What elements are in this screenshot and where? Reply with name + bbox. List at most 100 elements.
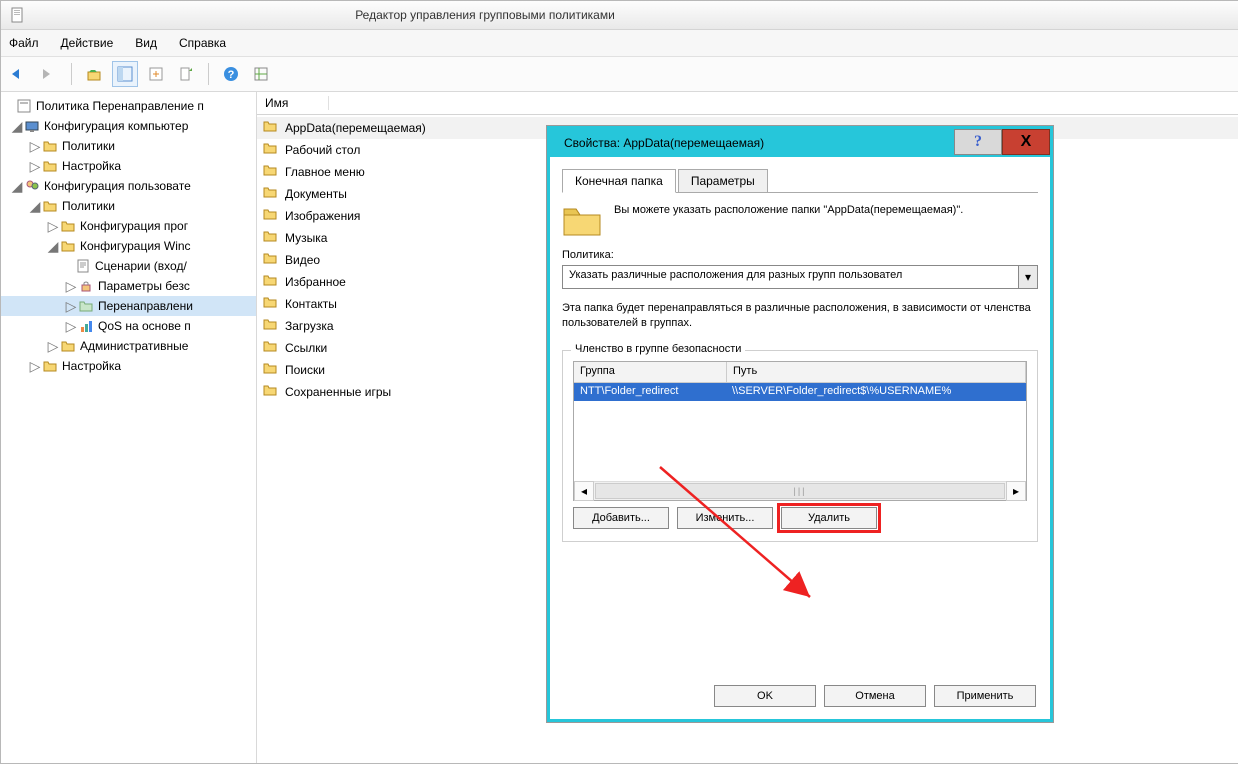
tree-label: Политика Перенаправление п: [36, 99, 204, 113]
tree-config-prog[interactable]: ▷ Конфигурация прог: [1, 216, 256, 236]
tree-label: Сценарии (вход/: [95, 259, 187, 273]
add-button[interactable]: Добавить...: [573, 507, 669, 529]
policy-combo[interactable]: Указать различные расположения для разны…: [562, 265, 1038, 289]
tab-target-folder[interactable]: Конечная папка: [562, 169, 676, 193]
tree-security[interactable]: ▷ Параметры безс: [1, 276, 256, 296]
chart-icon: [78, 318, 94, 334]
folder-icon: [562, 203, 602, 237]
cancel-button[interactable]: Отмена: [824, 685, 926, 707]
tree-settings[interactable]: ▷ Настройка: [1, 356, 256, 376]
folder-icon: [263, 274, 279, 290]
folder-icon: [263, 296, 279, 312]
folder-icon: [42, 198, 58, 214]
expander-icon[interactable]: ▷: [65, 318, 77, 335]
folder-icon: [263, 186, 279, 202]
filter-button[interactable]: [249, 62, 273, 86]
tree-label: QoS на основе п: [98, 319, 191, 333]
script-icon: [75, 258, 91, 274]
folder-icon: [263, 362, 279, 378]
export-button[interactable]: [144, 62, 168, 86]
properties-dialog: Свойства: AppData(перемещаемая) ? X Коне…: [547, 126, 1053, 722]
folder-icon: [263, 120, 279, 136]
computer-icon: [24, 118, 40, 134]
column-name[interactable]: Имя: [265, 96, 329, 110]
folder-icon: [42, 138, 58, 154]
expander-icon[interactable]: ◢: [47, 238, 59, 255]
expander-icon[interactable]: ◢: [11, 118, 23, 135]
expander-icon[interactable]: ▷: [47, 218, 59, 235]
tree-label: Параметры безс: [98, 279, 190, 293]
groupbox-title: Членство в группе безопасности: [571, 343, 745, 355]
up-button[interactable]: [82, 62, 106, 86]
column-group[interactable]: Группа: [574, 362, 727, 382]
tree-policies[interactable]: ▷ Политики: [1, 136, 256, 156]
menu-view[interactable]: Вид: [135, 36, 157, 50]
show-hide-tree-button[interactable]: [112, 61, 138, 87]
menu-file[interactable]: Файл: [9, 36, 39, 50]
expander-icon[interactable]: ▷: [29, 358, 41, 375]
user-icon: [24, 178, 40, 194]
tabs: Конечная папка Параметры: [562, 169, 1038, 193]
expander-icon[interactable]: ◢: [29, 198, 41, 215]
tree-scripts[interactable]: Сценарии (вход/: [1, 256, 256, 276]
expander-icon[interactable]: ◢: [11, 178, 23, 195]
tree-label: Конфигурация компьютер: [44, 119, 188, 133]
tree-label: Конфигурация Winc: [80, 239, 191, 253]
folder-icon: [263, 318, 279, 334]
edit-button[interactable]: Изменить...: [677, 507, 773, 529]
close-button[interactable]: X: [1002, 129, 1050, 155]
list-header[interactable]: Имя: [257, 92, 1238, 115]
expander-icon[interactable]: ▷: [65, 278, 77, 295]
scroll-thumb[interactable]: |||: [595, 483, 1005, 499]
tree-qos[interactable]: ▷ QoS на основе п: [1, 316, 256, 336]
toolbar: ?: [1, 57, 1238, 92]
tree-config-win[interactable]: ◢ Конфигурация Winc: [1, 236, 256, 256]
folder-icon: [263, 340, 279, 356]
scroll-left-icon[interactable]: ◂: [574, 481, 594, 501]
tab-parameters[interactable]: Параметры: [678, 169, 768, 193]
expander-icon[interactable]: ▷: [29, 158, 41, 175]
tree-folder-redirect[interactable]: ▷ Перенаправлени: [1, 296, 256, 316]
tree-root[interactable]: Политика Перенаправление п: [1, 96, 256, 116]
tree-label: Конфигурация прог: [80, 219, 188, 233]
folder-icon: [60, 218, 76, 234]
app-icon: [9, 7, 25, 23]
chevron-down-icon[interactable]: ▾: [1018, 266, 1037, 288]
tree-policies[interactable]: ◢ Политики: [1, 196, 256, 216]
horizontal-scrollbar[interactable]: ◂ ||| ▸: [574, 481, 1026, 500]
folder-icon: [42, 358, 58, 374]
policy-icon: [16, 98, 32, 114]
menu-help[interactable]: Справка: [179, 36, 226, 50]
tree-computer-config[interactable]: ◢ Конфигурация компьютер: [1, 116, 256, 136]
lock-icon: [78, 278, 94, 294]
help-button[interactable]: ?: [954, 129, 1002, 155]
folder-icon: [42, 158, 58, 174]
expander-icon[interactable]: ▷: [47, 338, 59, 355]
cell-group: NTT\Folder_redirect: [574, 383, 726, 401]
folder-icon: [263, 208, 279, 224]
expander-icon[interactable]: ▷: [65, 298, 77, 315]
delete-button[interactable]: Удалить: [781, 507, 877, 529]
tree-user-config[interactable]: ◢ Конфигурация пользовате: [1, 176, 256, 196]
tree-settings[interactable]: ▷ Настройка: [1, 156, 256, 176]
grid-row[interactable]: NTT\Folder_redirect \\SERVER\Folder_redi…: [574, 383, 1026, 401]
security-group-box: Членство в группе безопасности Группа Пу…: [562, 350, 1038, 542]
dialog-title-bar[interactable]: Свойства: AppData(перемещаемая) ? X: [550, 129, 1050, 157]
scroll-right-icon[interactable]: ▸: [1006, 481, 1026, 501]
nav-back-button[interactable]: [7, 62, 31, 86]
ok-button[interactable]: OK: [714, 685, 816, 707]
membership-grid[interactable]: Группа Путь NTT\Folder_redirect \\SERVER…: [573, 361, 1027, 501]
folder-open-icon: [78, 298, 94, 314]
refresh-button[interactable]: [174, 62, 198, 86]
apply-button[interactable]: Применить: [934, 685, 1036, 707]
folder-icon: [60, 238, 76, 254]
help-button[interactable]: ?: [219, 62, 243, 86]
info-text: Эта папка будет перенаправляться в разли…: [562, 301, 1038, 332]
expander-icon[interactable]: ▷: [29, 138, 41, 155]
nav-forward-button[interactable]: [37, 62, 61, 86]
column-path[interactable]: Путь: [727, 362, 1026, 382]
menu-action[interactable]: Действие: [61, 36, 114, 50]
tree-admin[interactable]: ▷ Административные: [1, 336, 256, 356]
description-text: Вы можете указать расположение папки "Ap…: [614, 203, 963, 218]
menubar: Файл Действие Вид Справка: [1, 30, 1238, 57]
